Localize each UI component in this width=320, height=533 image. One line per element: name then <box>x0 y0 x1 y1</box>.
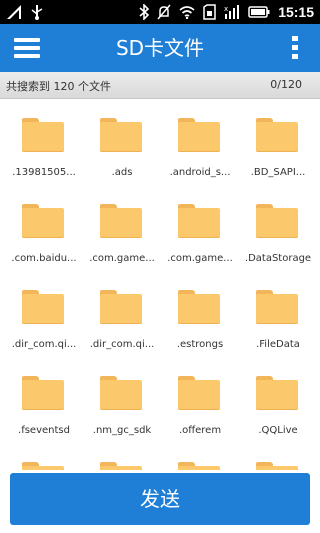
file-item[interactable]: .dir_com.qi... <box>4 270 82 356</box>
file-item[interactable]: .com.baidu... <box>4 184 82 270</box>
battery-icon <box>248 6 270 18</box>
file-item[interactable]: .android_s... <box>160 98 238 184</box>
file-item-partial[interactable] <box>4 442 82 470</box>
no-signal-icon: x <box>224 4 240 20</box>
folder-icon <box>178 290 220 324</box>
usb-icon <box>30 4 44 20</box>
file-item-partial[interactable] <box>160 442 238 470</box>
folder-icon <box>22 290 64 324</box>
folder-icon <box>256 290 298 324</box>
folder-icon <box>256 118 298 152</box>
hamburger-menu-icon[interactable] <box>14 38 40 58</box>
file-item-partial[interactable] <box>82 442 160 470</box>
folder-icon <box>178 376 220 410</box>
send-button[interactable]: 发送 <box>10 473 310 525</box>
more-vertical-icon[interactable] <box>292 36 298 60</box>
signal-icon <box>6 4 22 20</box>
file-name: .13981505... <box>12 167 76 178</box>
folder-icon <box>178 462 220 470</box>
file-name: .offerem <box>178 425 222 436</box>
bluetooth-icon <box>139 4 150 20</box>
file-item[interactable]: .FileData <box>238 270 316 356</box>
folder-icon <box>100 204 142 238</box>
file-item[interactable]: .BD_SAPI... <box>238 98 316 184</box>
file-item[interactable]: .nm_gc_sdk <box>82 356 160 442</box>
file-item[interactable]: .dir_com.qi... <box>82 270 160 356</box>
file-item[interactable]: .fseventsd <box>4 356 82 442</box>
muted-bell-icon <box>157 4 171 20</box>
title-bar: SD卡文件 <box>0 24 320 72</box>
wifi-icon <box>179 5 195 19</box>
status-bar-right: x 15:15 <box>139 4 314 20</box>
file-item[interactable]: .com.game... <box>82 184 160 270</box>
file-count-bar: 共搜索到 120 个文件 0/120 <box>0 72 320 99</box>
status-time: 15:15 <box>278 4 314 20</box>
file-name: .android_s... <box>169 167 231 178</box>
file-item[interactable]: .13981505... <box>4 98 82 184</box>
folder-icon <box>178 204 220 238</box>
file-item[interactable]: .estrongs <box>160 270 238 356</box>
file-name: .nm_gc_sdk <box>92 425 152 436</box>
file-name: .QQLive <box>258 425 298 436</box>
file-item[interactable]: .com.game... <box>160 184 238 270</box>
file-item[interactable]: .QQLive <box>238 356 316 442</box>
folder-icon <box>256 204 298 238</box>
file-name: .com.game... <box>167 253 233 264</box>
folder-icon <box>22 204 64 238</box>
file-name: .dir_com.qi... <box>89 339 155 350</box>
file-item-partial[interactable] <box>238 442 316 470</box>
search-summary: 共搜索到 120 个文件 <box>6 80 111 93</box>
folder-icon <box>100 118 142 152</box>
file-name: .BD_SAPI... <box>250 167 306 178</box>
file-name: .DataStorage <box>244 253 312 264</box>
file-name: .ads <box>111 167 133 178</box>
page-title: SD卡文件 <box>115 36 205 60</box>
file-item[interactable]: .ads <box>82 98 160 184</box>
folder-icon <box>22 462 64 470</box>
folder-icon <box>100 290 142 324</box>
sd-card-icon <box>203 4 216 20</box>
folder-icon <box>178 118 220 152</box>
file-name: .FileData <box>256 339 300 350</box>
file-name: .com.baidu... <box>11 253 77 264</box>
status-bar-left <box>6 4 44 20</box>
file-grid[interactable]: .13981505... .ads .android_s... .BD_SAPI… <box>0 98 320 470</box>
folder-icon <box>100 376 142 410</box>
folder-icon <box>22 118 64 152</box>
folder-icon <box>100 462 142 470</box>
file-name: .fseventsd <box>18 425 70 436</box>
folder-icon <box>22 376 64 410</box>
status-bar: x 15:15 <box>0 0 320 24</box>
file-item[interactable]: .offerem <box>160 356 238 442</box>
folder-icon <box>256 376 298 410</box>
selection-count: 0/120 <box>270 78 302 91</box>
file-name: .estrongs <box>176 339 224 350</box>
svg-text:x: x <box>224 5 228 13</box>
file-name: .com.game... <box>89 253 155 264</box>
folder-icon <box>256 462 298 470</box>
file-name: .dir_com.qi... <box>11 339 77 350</box>
file-item[interactable]: .DataStorage <box>238 184 316 270</box>
